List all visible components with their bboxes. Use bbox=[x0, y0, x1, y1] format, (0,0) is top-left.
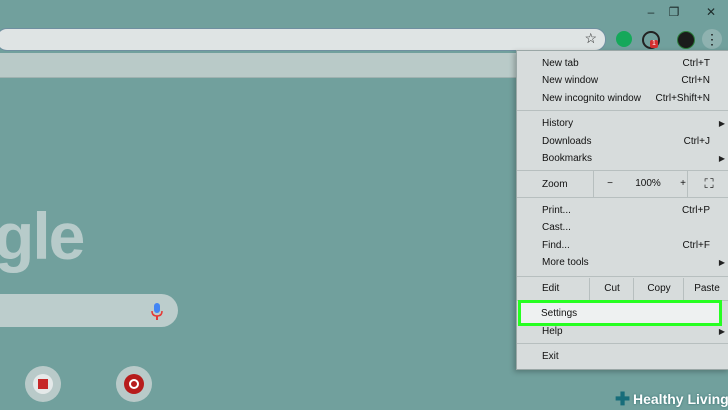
submenu-arrow-icon: ▶ bbox=[718, 258, 725, 267]
shortcut-new-incognito: Ctrl+Shift+N bbox=[655, 93, 710, 104]
submenu-arrow-icon: ▶ bbox=[718, 154, 725, 163]
menu-item-zoom: Zoom bbox=[542, 179, 568, 190]
menu-item-exit[interactable]: Exit bbox=[542, 351, 559, 363]
menu-item-new-tab[interactable]: New tab bbox=[542, 58, 579, 70]
title-bar: – ❐ ✕ bbox=[0, 0, 728, 27]
shortcut-favicon-icon bbox=[33, 374, 53, 394]
paste-button[interactable]: Paste bbox=[683, 278, 728, 300]
menu-item-find[interactable]: Find... bbox=[542, 240, 570, 252]
watermark-text: Healthy Living bbox=[633, 391, 728, 407]
shortcut-downloads: Ctrl+J bbox=[683, 136, 710, 147]
shortcut-favicon-icon bbox=[124, 374, 144, 394]
menu-item-bookmarks[interactable]: Bookmarks bbox=[542, 153, 592, 165]
shortcut-new-window: Ctrl+N bbox=[681, 75, 710, 86]
menu-item-cast[interactable]: Cast... bbox=[542, 222, 571, 234]
minimize-button[interactable]: – bbox=[643, 4, 659, 20]
menu-item-downloads[interactable]: Downloads bbox=[542, 136, 591, 148]
extension-icon[interactable]: 1 bbox=[642, 31, 660, 49]
zoom-level: 100% bbox=[635, 178, 661, 189]
menu-separator bbox=[517, 276, 728, 277]
kebab-menu-icon[interactable]: ⋮ bbox=[702, 29, 722, 49]
menu-separator bbox=[517, 343, 728, 344]
address-bar[interactable]: ☆ bbox=[0, 28, 606, 51]
menu-separator bbox=[517, 110, 728, 111]
menu-item-help[interactable]: Help bbox=[542, 326, 563, 338]
fullscreen-icon[interactable]: ⛶ bbox=[687, 171, 728, 197]
shortcut-find: Ctrl+F bbox=[682, 240, 711, 251]
profile-avatar[interactable] bbox=[677, 31, 695, 49]
menu-separator bbox=[517, 197, 728, 198]
restore-button[interactable]: ❐ bbox=[666, 4, 682, 20]
google-logo: gle bbox=[0, 199, 85, 273]
menu-item-print[interactable]: Print... bbox=[542, 205, 571, 217]
extension-badge: 1 bbox=[650, 40, 658, 48]
menu-item-settings[interactable]: Settings bbox=[518, 300, 722, 326]
shortcut-tile[interactable] bbox=[25, 366, 61, 402]
menu-item-new-window[interactable]: New window bbox=[542, 75, 598, 87]
menu-item-edit: Edit bbox=[542, 283, 560, 294]
shortcut-print: Ctrl+P bbox=[681, 205, 710, 216]
zoom-out-button[interactable]: − bbox=[593, 171, 626, 197]
shortcut-tile[interactable] bbox=[116, 366, 152, 402]
menu-item-history[interactable]: History bbox=[542, 118, 573, 130]
menu-item-more-tools[interactable]: More tools bbox=[542, 257, 589, 269]
shortcut-new-tab: Ctrl+T bbox=[682, 58, 711, 69]
bookmark-star-icon[interactable]: ☆ bbox=[584, 30, 597, 47]
copy-button[interactable]: Copy bbox=[633, 278, 684, 300]
menu-item-new-incognito[interactable]: New incognito window bbox=[542, 93, 641, 105]
submenu-arrow-icon: ▶ bbox=[718, 119, 725, 128]
close-button[interactable]: ✕ bbox=[703, 4, 719, 20]
grammarly-extension-icon[interactable] bbox=[616, 31, 632, 47]
microphone-icon[interactable] bbox=[150, 303, 164, 321]
cut-button[interactable]: Cut bbox=[589, 278, 634, 300]
watermark: ✚ Healthy Living bbox=[612, 388, 728, 410]
settings-label: Settings bbox=[541, 308, 578, 319]
submenu-arrow-icon: ▶ bbox=[718, 327, 725, 336]
cross-icon: ✚ bbox=[615, 389, 631, 409]
